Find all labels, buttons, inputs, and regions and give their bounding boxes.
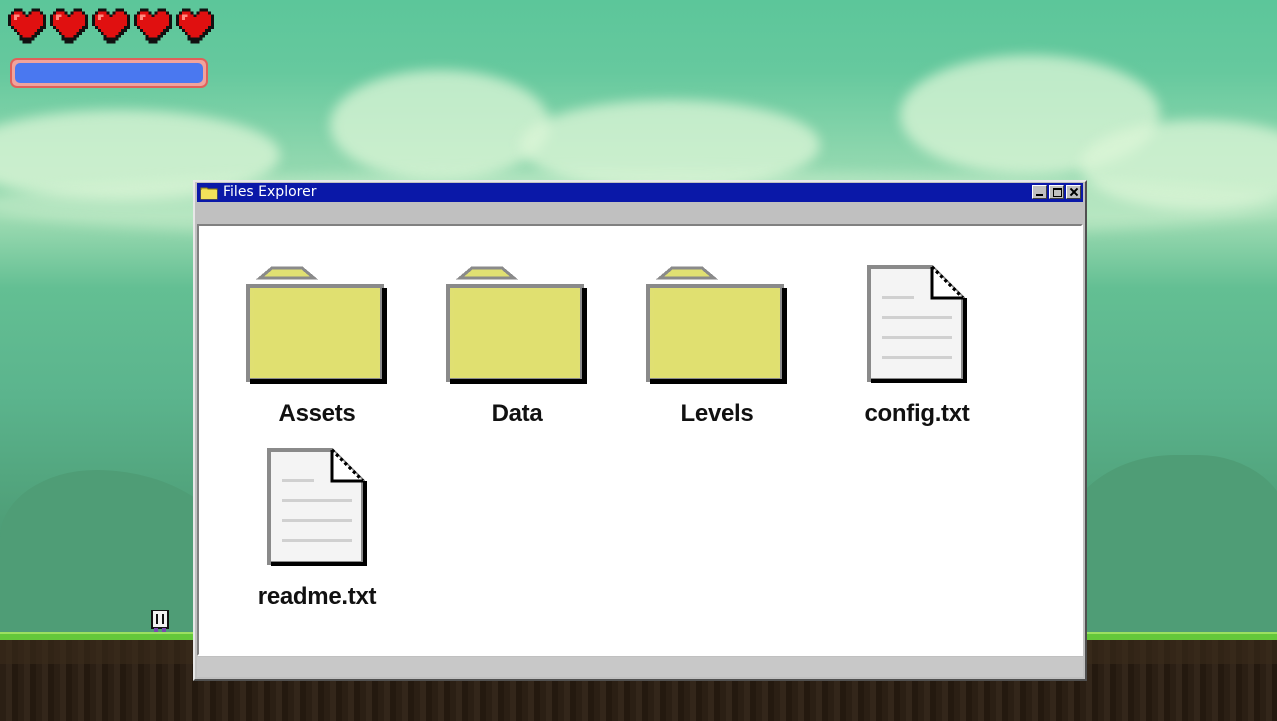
item-label: Data: [491, 400, 543, 427]
hill: [1060, 455, 1277, 640]
window-titlebar[interactable]: Files Explorer: [197, 183, 1083, 202]
minimize-button[interactable]: [1032, 185, 1047, 199]
text-file-icon: [867, 265, 967, 383]
heart-icon: [134, 8, 172, 44]
item-label: Levels: [680, 400, 754, 427]
file-item-config-txt[interactable]: config.txt: [827, 264, 1007, 428]
folder-item-assets[interactable]: Assets: [227, 264, 407, 428]
folder-item-data[interactable]: Data: [427, 264, 607, 428]
folder-icon: [646, 266, 787, 384]
window-title: Files Explorer: [223, 184, 317, 200]
health-hearts: [8, 8, 214, 44]
cloud: [330, 70, 550, 180]
folder-icon: [246, 266, 387, 384]
item-label: readme.txt: [257, 583, 377, 610]
maximize-button[interactable]: [1049, 185, 1064, 199]
window-statusbar: [197, 657, 1083, 677]
text-file-icon: [267, 448, 367, 566]
heart-icon: [50, 8, 88, 44]
heart-icon: [176, 8, 214, 44]
folder-icon: [446, 266, 587, 384]
files-explorer-window[interactable]: Files Explorer Assets Data Levels config…: [193, 180, 1087, 681]
heart-icon: [8, 8, 46, 44]
mana-bar: [10, 58, 208, 88]
mana-bar-fill: [15, 63, 203, 83]
window-controls: [1032, 185, 1081, 199]
folder-icon: [200, 187, 218, 199]
folder-item-levels[interactable]: Levels: [627, 264, 807, 428]
file-list-pane: Assets Data Levels config.txt readme.txt: [197, 224, 1083, 656]
item-label: Assets: [278, 400, 356, 427]
file-item-readme-txt[interactable]: readme.txt: [227, 447, 407, 611]
player-character: [151, 610, 169, 632]
item-label: config.txt: [864, 400, 970, 427]
heart-icon: [92, 8, 130, 44]
close-button[interactable]: [1066, 185, 1081, 199]
